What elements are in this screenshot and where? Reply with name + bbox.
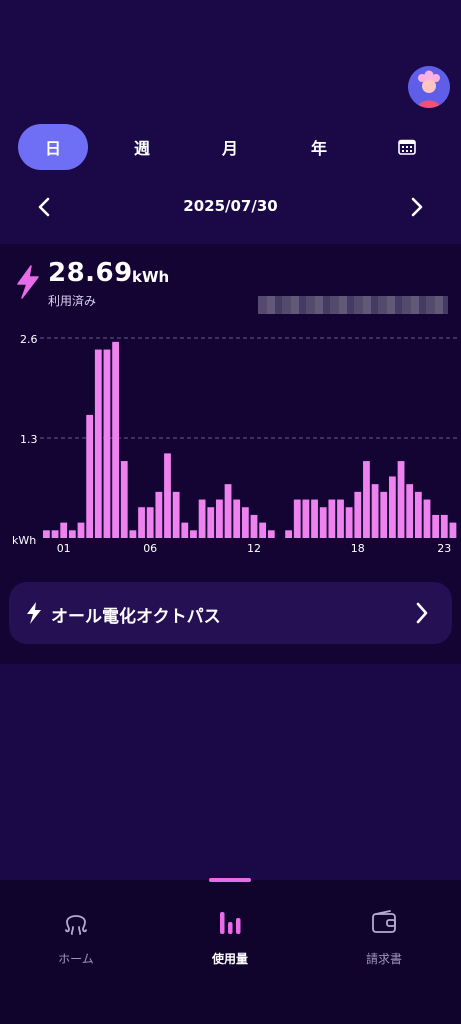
period-tabs: 日 週 月 年 xyxy=(18,124,443,170)
chart-bar xyxy=(302,499,310,538)
chart-bar xyxy=(337,499,344,538)
chart-bar xyxy=(198,499,206,538)
chart-bar xyxy=(259,522,267,538)
date-navigation: 2025/07/30 xyxy=(0,188,461,226)
tab-week[interactable]: 週 xyxy=(107,124,177,170)
chart-bar xyxy=(311,499,318,538)
usage-unit: kWh xyxy=(132,268,170,286)
chart-bar xyxy=(94,349,102,538)
bolt-icon xyxy=(27,602,41,624)
calendar-icon xyxy=(398,139,416,155)
y-axis-label: kWh xyxy=(12,534,36,547)
y-tick-label: 2.6 xyxy=(20,333,38,346)
chevron-right-icon xyxy=(411,197,423,217)
chart-bar xyxy=(112,341,119,538)
chart-bar xyxy=(371,484,379,538)
tab-month[interactable]: 月 xyxy=(195,124,265,170)
chart-bar xyxy=(241,507,249,538)
y-tick-label: 1.3 xyxy=(20,433,38,446)
chart-bar xyxy=(267,530,275,538)
chart-bar xyxy=(138,507,145,538)
chart-bar xyxy=(164,453,171,538)
chart-bar xyxy=(285,530,292,538)
chart-bar xyxy=(449,522,457,538)
chart-bar xyxy=(440,514,448,538)
current-date: 2025/07/30 xyxy=(183,197,278,215)
plan-name: オール電化オクトパス xyxy=(51,607,221,627)
chart-bar xyxy=(181,522,189,538)
x-tick-label: 12 xyxy=(247,542,261,555)
chart-bar xyxy=(51,530,59,538)
wallet-icon xyxy=(372,910,396,933)
chevron-right-icon xyxy=(416,602,428,624)
octopus-icon xyxy=(65,915,87,935)
chart-bar xyxy=(328,499,336,538)
x-tick-label: 06 xyxy=(143,542,157,555)
lightning-icon xyxy=(17,265,39,299)
chart-bar xyxy=(129,530,137,538)
chart-bar xyxy=(397,461,405,538)
plan-card[interactable]: オール電化オクトパス xyxy=(9,582,452,644)
bar-chart-icon xyxy=(220,912,241,934)
chart-bar xyxy=(77,522,85,538)
chart-bar xyxy=(172,491,180,538)
x-tick-label: 01 xyxy=(57,542,71,555)
chart-bars xyxy=(43,341,457,538)
nav-home[interactable]: ホーム xyxy=(16,908,136,967)
hourly-usage-chart: 2.6 1.3 kWh 01 06 12 18 23 xyxy=(12,333,458,555)
nav-home-label: ホーム xyxy=(58,952,94,966)
chart-bar xyxy=(103,349,111,538)
chart-bar xyxy=(233,499,241,538)
scroll-indicator xyxy=(209,878,251,882)
usage-total: 28.69 xyxy=(48,258,133,288)
chart-bar xyxy=(60,522,68,538)
chart-bar xyxy=(190,530,197,538)
nav-usage[interactable]: 使用量 xyxy=(170,908,290,967)
next-date-button[interactable] xyxy=(404,195,428,219)
chart-bar xyxy=(68,530,76,538)
chart-bar xyxy=(120,461,128,538)
chart-bar xyxy=(389,476,396,538)
usage-panel: 28.69 kWh 利用済み 2.6 1.3 kWh 01 06 12 18 23 オー… xyxy=(0,244,461,664)
chart-bar xyxy=(224,484,232,538)
usage-label: 利用済み xyxy=(48,294,97,308)
chart-bar xyxy=(86,414,94,538)
x-tick-label: 23 xyxy=(437,542,451,555)
chart-bar xyxy=(406,484,414,538)
avatar-icon xyxy=(408,66,450,108)
chart-bar xyxy=(414,491,422,538)
chart-bar xyxy=(345,507,353,538)
chart-bar xyxy=(146,507,154,538)
tab-year[interactable]: 年 xyxy=(284,124,354,170)
nav-usage-label: 使用量 xyxy=(211,952,248,966)
chart-bar xyxy=(432,514,440,538)
chart-bar xyxy=(380,491,388,538)
x-tick-labels: 01 06 12 18 23 xyxy=(57,542,452,555)
nav-bills[interactable]: 請求書 xyxy=(324,908,444,967)
chart-bar xyxy=(363,461,370,538)
chart-bar xyxy=(216,499,223,538)
chart-bar xyxy=(293,499,301,538)
x-tick-label: 18 xyxy=(351,542,365,555)
tab-calendar[interactable] xyxy=(372,124,442,170)
redacted-info xyxy=(258,296,448,314)
bottom-navigation: ホーム 使用量 請求書 xyxy=(0,878,461,1024)
user-avatar[interactable] xyxy=(408,66,450,108)
chart-bar xyxy=(155,491,163,538)
chart-bar xyxy=(423,499,431,538)
chart-bar xyxy=(207,507,215,538)
chart-bar xyxy=(250,514,258,538)
tab-day[interactable]: 日 xyxy=(18,124,88,170)
chart-bar xyxy=(354,491,362,538)
nav-bills-label: 請求書 xyxy=(365,952,402,966)
chart-bar xyxy=(43,530,50,538)
chart-bar xyxy=(319,507,327,538)
